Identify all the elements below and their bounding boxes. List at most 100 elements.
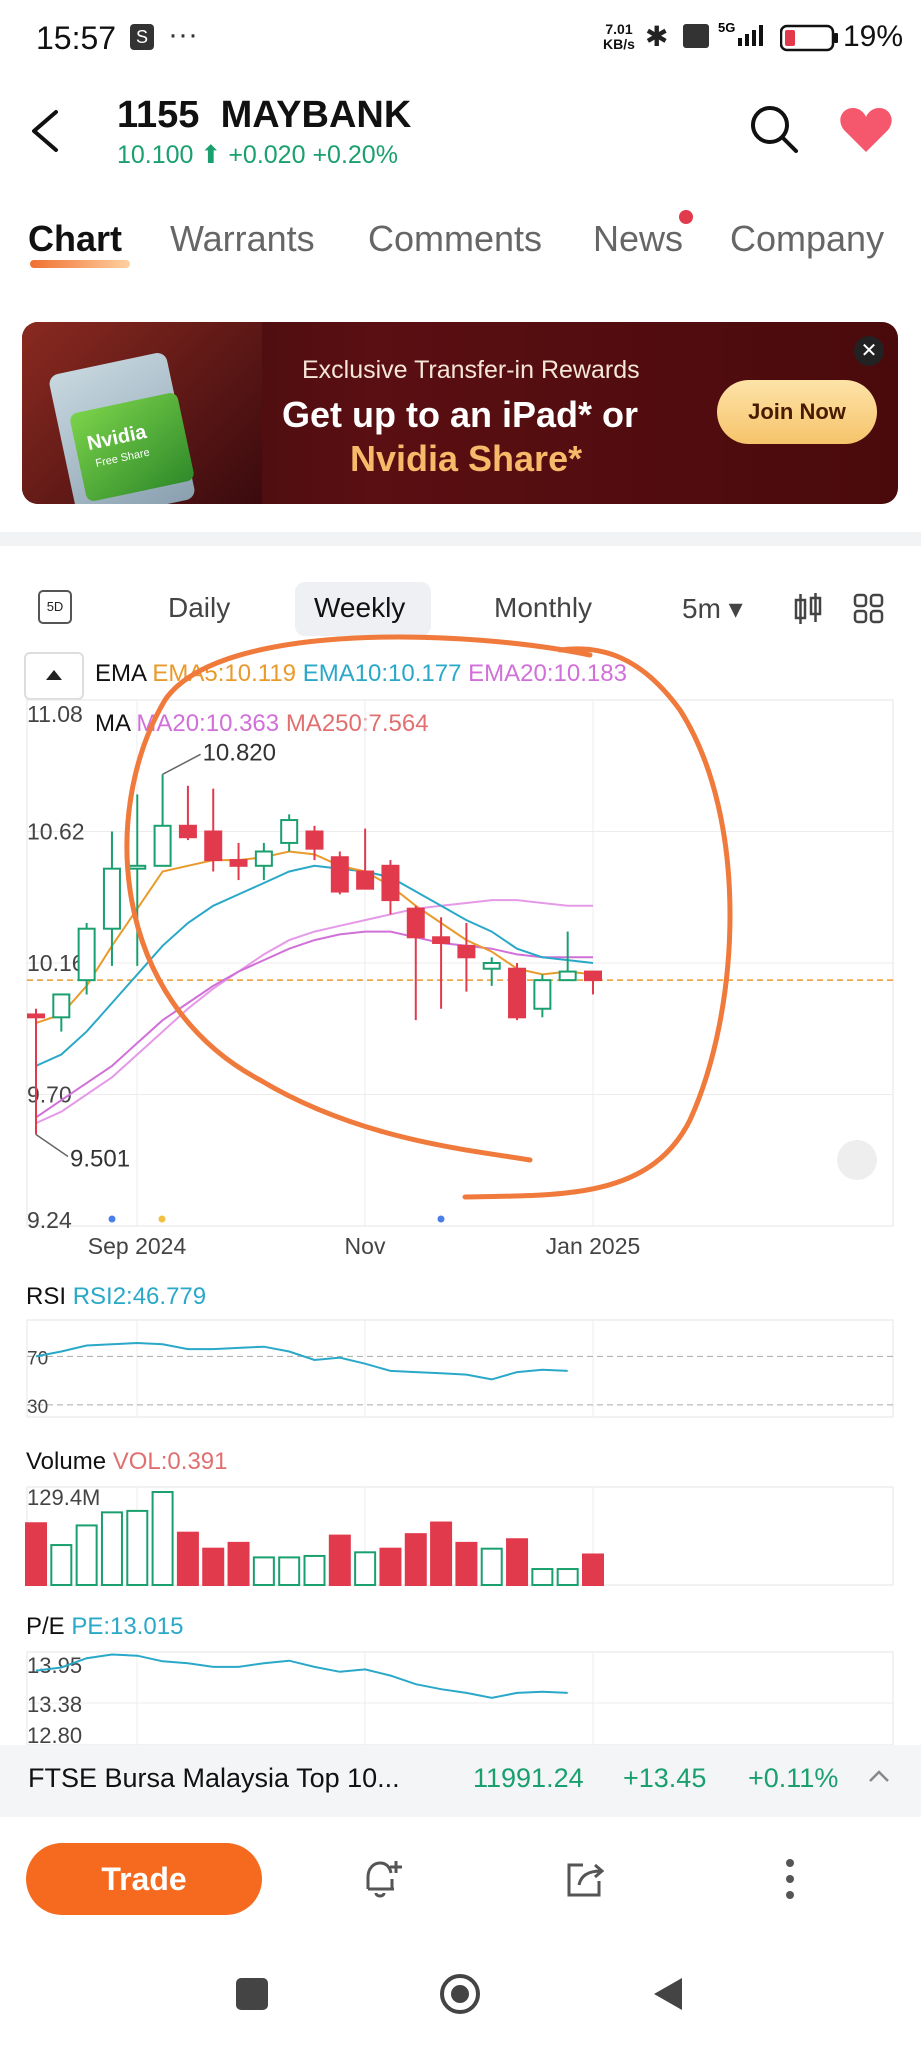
volume-bar-down xyxy=(404,1533,427,1586)
candle-up xyxy=(52,993,71,1019)
x-tick-label: Sep 2024 xyxy=(88,1233,187,1259)
rsi-line xyxy=(35,1341,568,1381)
volume-bar-up xyxy=(126,1509,149,1586)
volume-bar-down xyxy=(430,1521,453,1587)
rsi-tick: 30 xyxy=(27,1397,48,1418)
y-tick-label: 9.24 xyxy=(27,1207,72,1233)
more-options-button[interactable] xyxy=(778,1855,802,1908)
share-icon xyxy=(567,1863,605,1897)
index-ticker[interactable]: FTSE Bursa Malaysia Top 10... 11991.24 +… xyxy=(0,1745,921,1817)
y-tick-label: 10.62 xyxy=(27,819,85,845)
low-annotation-leader xyxy=(35,1133,69,1158)
index-change-pct: +0.11% xyxy=(748,1763,839,1793)
pe-tick: 13.38 xyxy=(27,1692,82,1717)
volume-bar-up xyxy=(252,1556,275,1586)
event-dot xyxy=(158,1215,166,1223)
volume-bar-up xyxy=(531,1568,554,1587)
candle-down xyxy=(305,830,324,850)
price-chart[interactable]: 11.08 10.62 10.16 9.70 9.24 Sep 2024 Nov Jan 20… xyxy=(0,0,921,1745)
event-dot xyxy=(108,1215,116,1223)
rsi-tick: 70 xyxy=(27,1348,48,1369)
pe-tick: 13.95 xyxy=(27,1653,82,1678)
pe-panel-frame xyxy=(26,1651,894,1745)
index-name: FTSE Bursa Malaysia Top 10... xyxy=(28,1763,400,1793)
candle-down xyxy=(27,1013,45,1019)
candle-down xyxy=(584,970,602,982)
volume-bar-up xyxy=(480,1547,503,1586)
candle-up xyxy=(128,864,147,870)
share-button[interactable] xyxy=(561,1855,609,1908)
home-icon xyxy=(440,1974,480,2014)
volume-bar-up xyxy=(278,1556,301,1586)
candle-up xyxy=(254,850,273,867)
candle-down xyxy=(508,967,527,1019)
home-button[interactable] xyxy=(438,1972,482,2021)
pe-label: P/E xyxy=(26,1613,65,1640)
volume-bar-down xyxy=(455,1541,478,1586)
more-vertical-icon xyxy=(786,1859,794,1899)
candle-down xyxy=(330,856,349,893)
y-tick-label: 10.16 xyxy=(27,950,85,976)
pe-line xyxy=(35,1653,568,1699)
system-navbar xyxy=(0,1950,921,2048)
volume-bar-up xyxy=(354,1551,377,1587)
candle-down xyxy=(457,944,476,959)
x-tick-label: Nov xyxy=(345,1233,386,1259)
index-change: +13.45 xyxy=(623,1763,707,1793)
x-tick-label: Jan 2025 xyxy=(546,1233,641,1259)
volume-legend: Volume VOL:0.391 xyxy=(26,1448,227,1476)
candle-up xyxy=(280,819,299,844)
candle-up xyxy=(153,824,172,867)
candle-up xyxy=(102,867,121,930)
ema20-line xyxy=(35,930,593,1119)
volume-bar-down xyxy=(25,1522,47,1586)
candle-up xyxy=(558,970,577,982)
rsi-legend: RSI RSI2:46.779 xyxy=(26,1283,206,1311)
rsi-panel-frame xyxy=(26,1319,894,1418)
volume-bar-up xyxy=(100,1511,123,1587)
volume-bar-down xyxy=(227,1541,250,1586)
high-annotation-leader xyxy=(162,753,201,775)
volume-bar-up xyxy=(151,1491,174,1586)
candle-down xyxy=(406,907,425,939)
recent-apps-button[interactable] xyxy=(236,1978,268,2010)
y-tick-label: 11.08 xyxy=(27,701,83,727)
hand-drawn-circle xyxy=(124,634,733,1200)
volume-bar-down xyxy=(582,1553,604,1587)
bell-plus-icon xyxy=(366,1861,402,1898)
volume-bar-up xyxy=(556,1568,579,1587)
volume-bar-up xyxy=(303,1554,326,1587)
candle-down xyxy=(178,824,197,839)
volume-tick: 129.4M xyxy=(27,1485,100,1510)
volume-bar-down xyxy=(176,1531,199,1586)
volume-bar-down xyxy=(202,1547,225,1586)
volume-label: Volume xyxy=(26,1448,107,1475)
volume-bar-down xyxy=(379,1547,402,1586)
candle-up xyxy=(482,962,501,970)
rsi-label: RSI xyxy=(26,1283,67,1310)
volume-bar-up xyxy=(75,1524,98,1586)
candle-down xyxy=(229,859,248,867)
alert-button[interactable] xyxy=(358,1855,406,1908)
y-tick-label: 9.70 xyxy=(27,1082,72,1108)
chevron-up-icon[interactable] xyxy=(866,1761,892,1796)
index-value: 11991.24 xyxy=(473,1763,584,1793)
pe-value: PE:13.015 xyxy=(71,1613,184,1640)
pe-tick: 12.80 xyxy=(27,1723,82,1745)
trade-button[interactable]: Trade xyxy=(26,1843,262,1915)
candle-down xyxy=(381,864,400,902)
candle-up xyxy=(533,979,552,1010)
triangle-back-icon xyxy=(654,1978,682,2010)
volume-value: VOL:0.391 xyxy=(112,1448,228,1475)
candle-up xyxy=(77,927,96,982)
high-annotation: 10.820 xyxy=(203,739,276,766)
candle-down xyxy=(356,870,375,890)
candle-down xyxy=(432,936,451,944)
back-nav-button[interactable] xyxy=(648,1974,688,2019)
rsi-value: RSI2:46.779 xyxy=(72,1283,207,1310)
expand-icon xyxy=(837,1140,877,1180)
event-dot xyxy=(437,1215,445,1223)
volume-bar-down xyxy=(506,1538,529,1587)
volume-bar-down xyxy=(328,1534,351,1586)
volume-bar-up xyxy=(50,1544,73,1587)
